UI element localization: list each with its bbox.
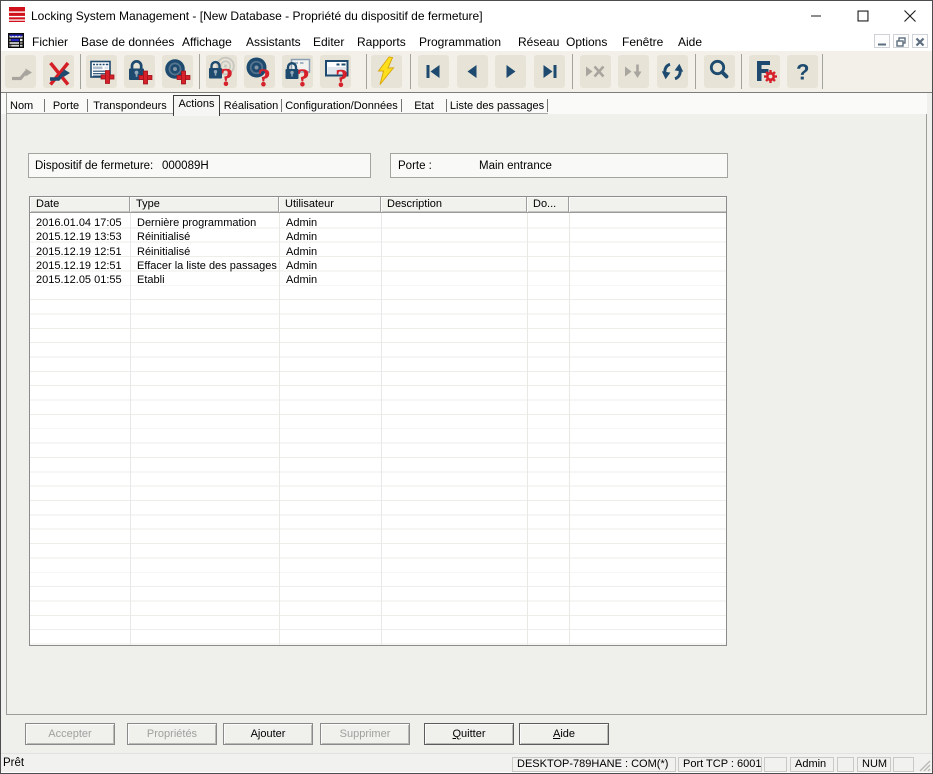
svg-text:?: ? <box>297 65 310 88</box>
svg-text:?: ? <box>258 65 271 88</box>
svg-text:?: ? <box>336 66 349 89</box>
svg-text:?: ? <box>796 60 809 85</box>
svg-text:?: ? <box>221 65 234 89</box>
